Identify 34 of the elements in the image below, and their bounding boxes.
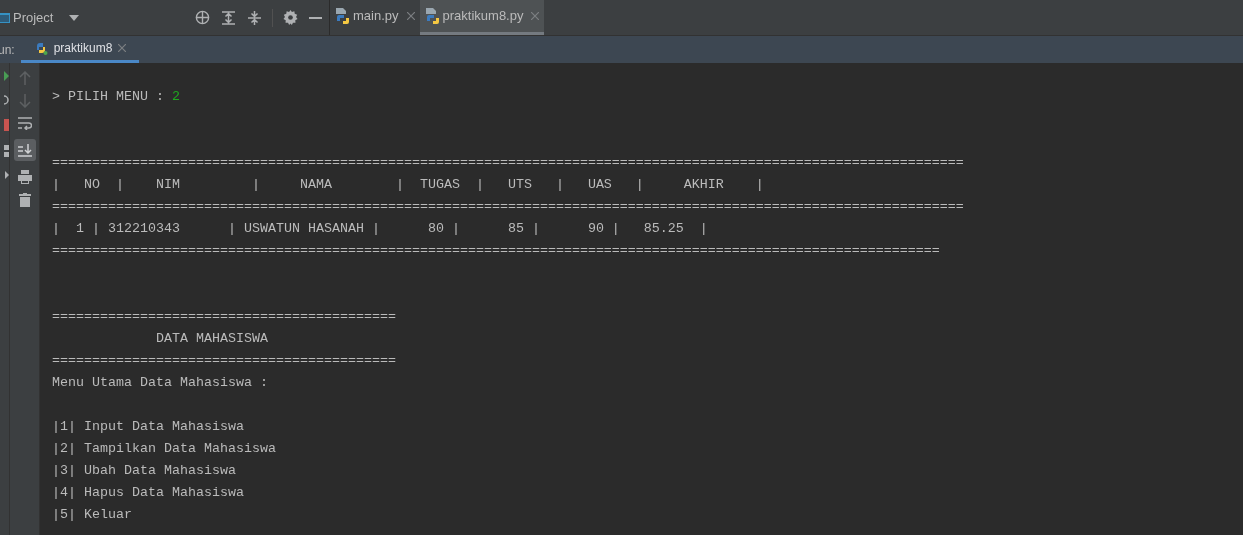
project-label[interactable]: Project — [13, 7, 54, 28]
scroll-to-end-icon — [17, 143, 32, 157]
console-prompt: > PILIH MENU : — [52, 88, 165, 106]
soft-wrap-icon[interactable] — [17, 117, 32, 130]
typed-answer-text: 2 — [172, 88, 180, 106]
console-line: =========================================== — [52, 352, 396, 370]
layout-icon[interactable] — [4, 145, 9, 157]
settings-icon[interactable] — [283, 10, 299, 25]
console-line: |5| Keluar — [52, 506, 132, 524]
dropdown-caret-icon[interactable] — [69, 14, 80, 21]
console-line: |3| Ubah Data Mahasiswa — [52, 462, 236, 480]
console-line: DATA MAHASISWA — [154, 330, 268, 348]
minimize-icon[interactable] — [309, 16, 323, 19]
scroll-to-end-button[interactable] — [13, 139, 36, 161]
console-line: |2| Tampilkan Data Mahasiswa — [52, 440, 276, 458]
arrow-icon[interactable] — [5, 171, 9, 179]
console-line: |4| Hapus Data Mahasiswa — [52, 484, 244, 502]
console-line: Menu Utama Data Mahasiswa : — [52, 374, 268, 392]
console-line: | 1 | 312210343 | USWATUN HASANAH | 80 | 85 | 90 | 85.25 | — [52, 220, 708, 238]
collapse-all-icon[interactable] — [248, 10, 262, 25]
expand-all-icon[interactable] — [222, 10, 236, 25]
trash-icon[interactable] — [18, 193, 31, 207]
console-line: =============================================================================================================== — [52, 242, 940, 260]
editor-tab[interactable]: praktikum8.py — [419, 0, 545, 35]
console-line: ================================================================================================================== — [52, 198, 964, 216]
console-line: ================================================================================================================== — [52, 154, 964, 172]
python-file-icon — [335, 8, 349, 24]
console-line: |1| Input Data Mahasiswa — [52, 418, 244, 436]
console-line: =========================================== — [52, 308, 396, 326]
close-icon[interactable] — [406, 12, 415, 20]
console-line: | NO | NIM | NAMA | TUGAS | UTS | UAS | AKHIR | — [52, 176, 764, 194]
print-icon[interactable] — [17, 170, 32, 184]
crosshair-icon[interactable] — [195, 10, 211, 25]
python-file-icon — [424, 8, 439, 24]
